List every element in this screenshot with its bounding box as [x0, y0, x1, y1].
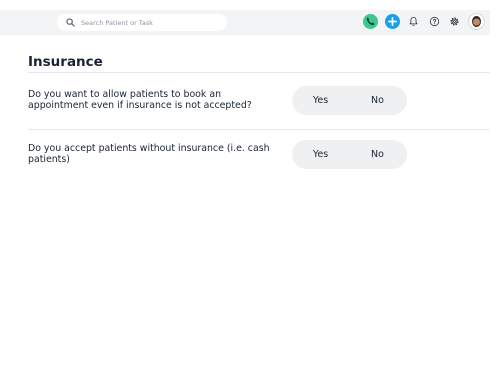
- no-option[interactable]: No: [349, 95, 406, 106]
- bell-icon: [409, 16, 418, 26]
- question-icon: [429, 16, 440, 27]
- yes-option[interactable]: Yes: [292, 95, 349, 106]
- search-icon: [66, 18, 75, 27]
- toggle-cash-patients: Yes No: [292, 140, 407, 169]
- yes-option[interactable]: Yes: [292, 149, 349, 160]
- settings-button[interactable]: [447, 14, 462, 29]
- add-button[interactable]: [385, 14, 400, 29]
- search-input[interactable]: [79, 17, 223, 28]
- page-title: Insurance: [28, 54, 103, 70]
- question-book-without-insurance: Do you want to allow patients to book an…: [28, 89, 252, 111]
- notifications-button[interactable]: [406, 14, 421, 29]
- divider: [28, 129, 490, 130]
- avatar-photo: [472, 16, 481, 27]
- toggle-book-without-insurance: Yes No: [292, 86, 407, 115]
- divider: [28, 72, 490, 73]
- top-bar: [0, 10, 490, 35]
- call-button[interactable]: [363, 14, 378, 29]
- help-button[interactable]: [427, 14, 442, 29]
- user-avatar[interactable]: [469, 14, 484, 29]
- plus-icon: [388, 17, 397, 26]
- question-cash-patients: Do you accept patients without insurance…: [28, 143, 270, 165]
- search-bar[interactable]: [57, 14, 227, 31]
- no-option[interactable]: No: [349, 149, 406, 160]
- phone-icon: [366, 17, 375, 26]
- gear-icon: [450, 17, 459, 26]
